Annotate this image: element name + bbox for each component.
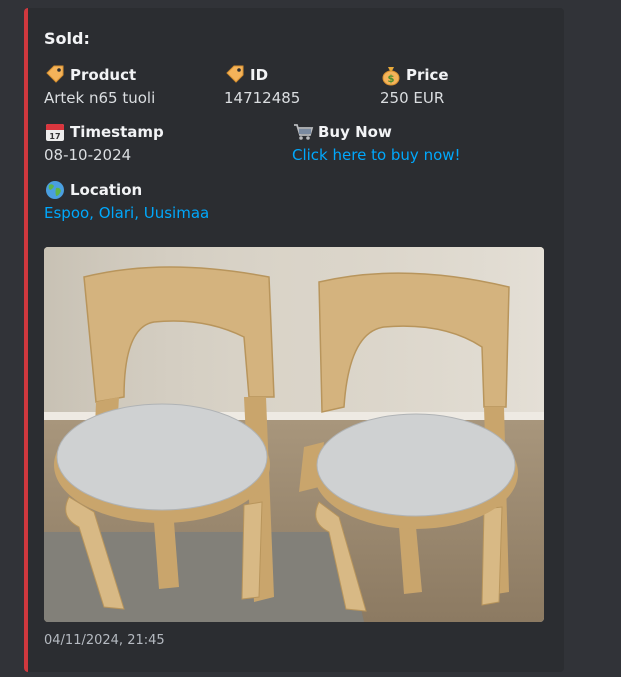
field-timestamp: 17 Timestamp 08-10-2024 xyxy=(44,121,164,164)
shopping-cart-icon xyxy=(294,124,314,140)
field-buy-now: Buy Now Click here to buy now! xyxy=(292,121,461,164)
field-price-label: Price xyxy=(406,66,449,84)
field-price: $ Price 250 EUR xyxy=(380,64,449,107)
field-id-name-row: ID xyxy=(224,64,300,86)
label-tag-icon xyxy=(226,65,244,83)
embed-accent-bar xyxy=(24,8,28,672)
money-bag-icon: $ xyxy=(382,67,400,86)
field-location-label: Location xyxy=(70,181,143,199)
field-product-value: Artek n65 tuoli xyxy=(44,89,156,107)
listing-photo[interactable] xyxy=(44,247,544,622)
embed-footer-timestamp: 04/11/2024, 21:45 xyxy=(44,633,165,648)
label-tag-icon xyxy=(46,65,64,83)
field-price-value: 250 EUR xyxy=(380,89,445,107)
embed-title: Sold: xyxy=(44,29,90,48)
svg-text:$: $ xyxy=(388,74,395,85)
field-id-value: 14712485 xyxy=(224,89,301,107)
chairs-photo-illustration xyxy=(44,247,544,622)
location-link[interactable]: Espoo, Olari, Uusimaa xyxy=(44,204,209,222)
field-buy-now-label: Buy Now xyxy=(318,123,392,141)
field-product-name-row: Product xyxy=(44,64,155,86)
field-timestamp-label: Timestamp xyxy=(70,123,164,141)
field-product-label: Product xyxy=(70,66,137,84)
field-product: Product Artek n65 tuoli xyxy=(44,64,155,107)
field-id: ID 14712485 xyxy=(224,64,300,107)
embed-card: Sold: Product Artek n65 tuoli ID 1471248… xyxy=(24,8,564,672)
field-price-name-row: $ Price xyxy=(380,64,449,86)
calendar-icon: 17 xyxy=(46,124,64,141)
svg-text:17: 17 xyxy=(49,132,60,141)
buy-now-link[interactable]: Click here to buy now! xyxy=(292,146,461,164)
field-timestamp-name-row: 17 Timestamp xyxy=(44,121,164,143)
field-id-label: ID xyxy=(250,66,269,84)
globe-icon xyxy=(46,181,64,199)
field-location: Location Espoo, Olari, Uusimaa xyxy=(44,179,209,222)
field-location-name-row: Location xyxy=(44,179,209,201)
field-buy-now-name-row: Buy Now xyxy=(292,121,461,143)
field-timestamp-value: 08-10-2024 xyxy=(44,146,132,164)
